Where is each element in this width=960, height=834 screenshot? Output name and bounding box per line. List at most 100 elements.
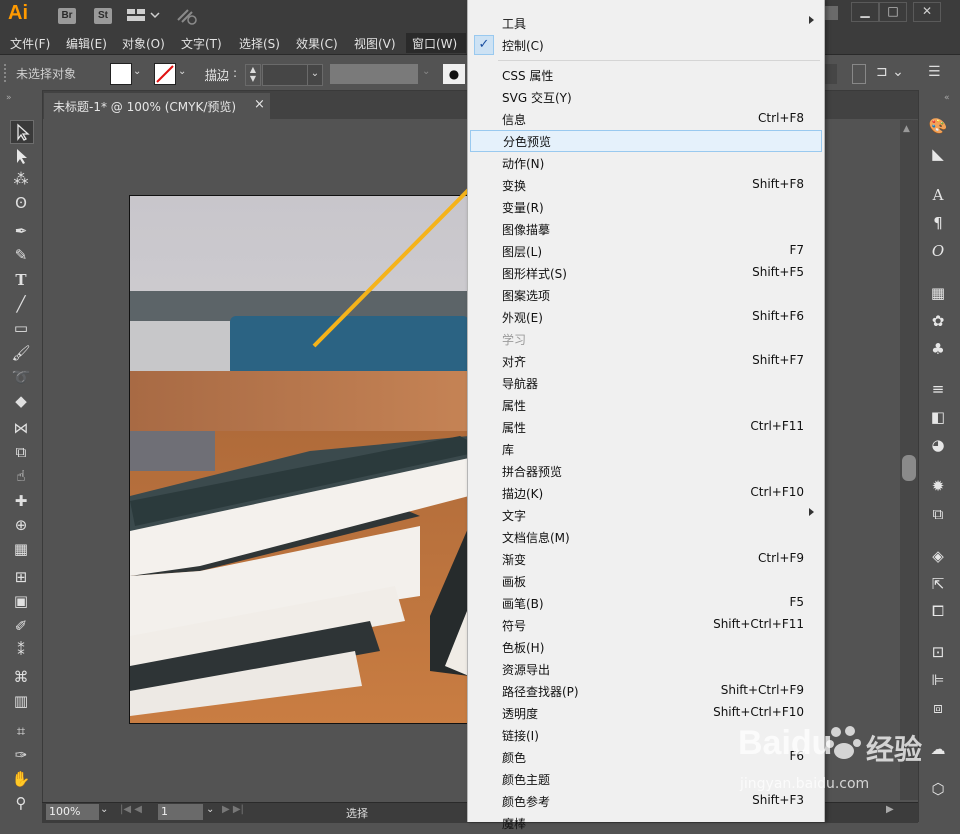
window-menu-item[interactable]: 属性 Ctrl+F11 [468, 416, 824, 438]
stroke-weight-dropdown[interactable]: ⌄ [307, 64, 323, 86]
layers-panel-icon[interactable]: ◈ [926, 545, 950, 567]
menu-select[interactable]: 选择(S) [239, 35, 280, 52]
control-panel-menu-icon[interactable]: ☰ [928, 64, 948, 84]
hand-tool-icon[interactable]: ✋ [10, 768, 32, 790]
window-menu-item[interactable]: 库 [468, 438, 824, 460]
color-panel-icon[interactable]: 🎨 [926, 115, 950, 137]
window-menu-item[interactable]: 对齐 Shift+F7 [468, 350, 824, 372]
scroll-thumb[interactable] [902, 455, 916, 481]
line-tool-icon[interactable]: ╱ [10, 293, 32, 315]
artboard-tool-icon[interactable]: ⌗ [10, 720, 32, 742]
window-menu-item[interactable]: 渐变 Ctrl+F9 [468, 548, 824, 570]
transform-panel-icon[interactable]: ⊡ [926, 641, 950, 663]
slice-tool-icon[interactable]: ✑ [10, 744, 32, 766]
stock-button[interactable]: St [94, 8, 112, 24]
minimize-button[interactable]: ▁ [851, 2, 879, 22]
swatches-panel-icon[interactable]: ▦ [926, 282, 950, 304]
window-menu-item[interactable]: 图案选项 [468, 284, 824, 306]
document-tab-close[interactable]: × [254, 97, 265, 112]
column-graph-tool-icon[interactable]: ▥ [10, 690, 32, 712]
window-menu-item[interactable]: 符号 Shift+Ctrl+F11 [468, 614, 824, 636]
window-menu-item[interactable]: CSS 属性 [468, 64, 824, 86]
window-menu-item[interactable]: 描边(K) Ctrl+F10 [468, 482, 824, 504]
artboard-number[interactable]: 1 [158, 804, 203, 820]
shaper-tool-icon[interactable]: ➰ [10, 366, 32, 388]
window-menu-item[interactable]: 色板(H) [468, 636, 824, 658]
lasso-tool-icon[interactable]: ʘ [10, 192, 32, 214]
window-menu-item[interactable]: 分色预览 [470, 130, 822, 152]
window-menu-item[interactable]: 图形样式(S) Shift+F5 [468, 262, 824, 284]
artboards-panel-icon[interactable]: ⧠ [926, 600, 950, 622]
brushes-panel-icon[interactable]: ✿ [926, 310, 950, 332]
menu-file[interactable]: 文件(F) [10, 35, 50, 52]
artboard-dropdown-icon[interactable]: ⌄ [206, 804, 214, 815]
window-menu-item[interactable]: 资源导出 [468, 658, 824, 680]
stroke-panel-icon[interactable]: ≡ [926, 378, 950, 400]
workspace-layout-icon[interactable] [126, 7, 160, 23]
window-menu-item[interactable]: 文档信息(M) [468, 526, 824, 548]
window-menu-item[interactable]: 路径查找器(P) Shift+Ctrl+F9 [468, 680, 824, 702]
stroke-swatch[interactable] [154, 63, 176, 85]
scroll-up-icon[interactable]: ▲ [903, 124, 910, 134]
window-menu-item[interactable]: 图像描摹 [468, 218, 824, 240]
window-menu-item-control[interactable]: ✓ 控制(C) [468, 34, 824, 56]
window-menu-item[interactable]: 变量(R) [468, 196, 824, 218]
asset-export-icon[interactable]: ⇱ [926, 573, 950, 595]
paintbrush-tool-icon[interactable]: 🖌 [10, 342, 32, 364]
character-panel-icon[interactable]: A [926, 184, 950, 206]
variable-width-profile[interactable] [330, 64, 418, 84]
control-field-right[interactable] [823, 64, 837, 84]
graphic-styles-icon[interactable]: ⧉ [926, 503, 950, 525]
direct-selection-tool-icon[interactable] [10, 145, 32, 167]
window-menu-item[interactable]: 图层(L) F7 [468, 240, 824, 262]
stroke-label[interactable]: 描边 [205, 66, 229, 83]
eyedropper-tool-icon[interactable]: ✐ [10, 615, 32, 637]
shape-builder-tool-icon[interactable]: ⊕ [10, 514, 32, 536]
blend-tool-icon[interactable]: ⁑ [10, 639, 32, 661]
menu-view[interactable]: 视图(V) [354, 35, 396, 52]
stroke-weight-input[interactable] [262, 64, 310, 86]
close-window-button[interactable]: ✕ [913, 2, 941, 22]
rectangle-tool-icon[interactable]: ▭ [10, 317, 32, 339]
window-menu-item[interactable]: 魔棒 [468, 812, 824, 834]
menu-edit[interactable]: 编辑(E) [66, 35, 107, 52]
align-options-icon[interactable]: ⊐ ⌄ [876, 64, 910, 84]
window-menu-item[interactable]: 拼合器预览 [468, 460, 824, 482]
stroke-stepper[interactable]: ▲ ▼ [245, 64, 261, 86]
align-panel-icon[interactable]: ⊫ [926, 669, 950, 691]
window-menu-item[interactable]: 画板 [468, 570, 824, 592]
symbols-panel-icon[interactable]: ♣ [926, 338, 950, 360]
zoom-tool-icon[interactable]: ⚲ [10, 792, 32, 814]
maximize-button[interactable]: □ [879, 2, 907, 22]
warp-tool-icon[interactable]: ☝ [10, 465, 32, 487]
grip-handle[interactable] [4, 64, 10, 82]
eraser-tool-icon[interactable]: ◆ [10, 390, 32, 412]
window-menu-item[interactable]: 变换 Shift+F8 [468, 174, 824, 196]
panels-collapse-icon[interactable]: « [944, 93, 950, 103]
artboard-image[interactable] [129, 195, 470, 724]
puppet-warp-tool-icon[interactable]: ✚ [10, 490, 32, 512]
gpu-performance-icon[interactable] [176, 6, 198, 26]
menu-window[interactable]: 窗口(W) [412, 35, 457, 52]
curvature-tool-icon[interactable]: ✎ [10, 244, 32, 266]
opentype-panel-icon[interactable]: O [926, 240, 950, 262]
window-menu-item[interactable]: SVG 交互(Y) [468, 86, 824, 108]
fill-dropdown-icon[interactable]: ⌄ [133, 66, 141, 77]
brush-definition[interactable]: ● [443, 64, 465, 84]
type-tool-icon[interactable]: T [10, 269, 32, 291]
pathfinder-panel-icon[interactable]: ⧈ [926, 697, 950, 719]
gradient-panel-icon[interactable]: ◧ [926, 406, 950, 428]
mesh-tool-icon[interactable]: ⊞ [10, 566, 32, 588]
window-menu-item[interactable]: 外观(E) Shift+F6 [468, 306, 824, 328]
transform-icon[interactable] [852, 64, 866, 84]
symbol-sprayer-tool-icon[interactable]: ⌘ [10, 666, 32, 688]
selection-tool-icon[interactable] [10, 120, 34, 144]
menu-type[interactable]: 文字(T) [181, 35, 222, 52]
window-menu-item[interactable]: 属性 [468, 394, 824, 416]
stroke-dropdown-icon[interactable]: ⌄ [178, 66, 186, 77]
window-menu-item-tools[interactable]: 工具 [468, 12, 824, 34]
window-menu-item[interactable]: 文字 [468, 504, 824, 526]
search-stock-box[interactable] [824, 6, 838, 20]
first-artboard-icon[interactable]: |◀ ◀ [120, 804, 142, 815]
color-guide-icon[interactable]: ◣ [926, 143, 950, 165]
